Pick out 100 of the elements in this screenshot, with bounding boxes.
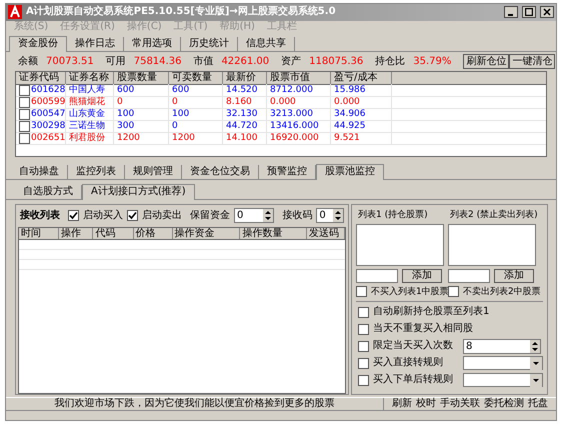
table-cell: 0.000	[270, 96, 296, 108]
checkbox[interactable]	[358, 358, 369, 369]
checkbox[interactable]	[448, 286, 459, 298]
table-cell: 利君股份	[69, 132, 105, 144]
column-header[interactable]: 操作数量	[240, 228, 307, 239]
table-cell: 44.925	[334, 120, 366, 132]
field-label: 接收码	[282, 210, 312, 222]
maximize-icon	[525, 8, 533, 16]
summary-label: 市值	[193, 56, 214, 68]
checkbox[interactable]	[19, 132, 30, 144]
table-cell: 0	[172, 120, 178, 132]
tab[interactable]: 监控列表	[68, 164, 125, 179]
table-cell: 0.000	[334, 96, 360, 108]
table-row[interactable]: 300298 三诺生物 300 0 44.720 13416.000 44.925	[16, 120, 546, 133]
add-button[interactable]: 添加	[402, 268, 442, 283]
summary-label: 资产	[281, 56, 302, 68]
table-cell: 16920.000	[270, 132, 319, 144]
checkbox[interactable]	[358, 340, 369, 352]
tab[interactable]: 资金仓位交易	[182, 164, 259, 179]
column-header[interactable]: 价格	[134, 228, 173, 239]
column-header[interactable]: 可卖数量	[169, 72, 223, 84]
list-box[interactable]	[356, 224, 444, 266]
checkbox[interactable]	[358, 374, 369, 386]
column-header[interactable]: 证券名称	[66, 72, 114, 84]
status-link[interactable]: 刷新	[392, 398, 412, 410]
table-row[interactable]: 600547 山东黄金 100 100 32.130 3213.000 34.906	[16, 108, 546, 121]
column-header[interactable]: 证券代码	[16, 72, 66, 84]
list-label: 列表2 (禁止卖出列表)	[449, 208, 536, 221]
checkbox[interactable]	[19, 108, 30, 120]
column-header[interactable]: 操作资金	[172, 228, 240, 239]
table-cell: 0	[172, 96, 178, 108]
summary-label: 可用	[106, 56, 126, 68]
spin-field[interactable]: 0	[234, 208, 274, 224]
checkbox[interactable]	[68, 210, 79, 222]
column-header[interactable]: 股票市值	[267, 72, 331, 84]
table-cell: 0	[117, 96, 123, 108]
list-box[interactable]	[448, 224, 536, 266]
column-header[interactable]: 股票数量	[114, 72, 169, 84]
status-link[interactable]: 手动关联	[440, 398, 480, 410]
checkbox[interactable]	[356, 286, 367, 298]
checkbox[interactable]	[19, 84, 30, 96]
status-link[interactable]: 托盘	[528, 398, 548, 410]
input-field[interactable]	[448, 268, 490, 283]
toolbar-button[interactable]: 一键清仓	[509, 54, 556, 70]
maximize-button[interactable]	[522, 6, 536, 18]
tab[interactable]: 操作日志	[67, 36, 124, 51]
panel-title: 接收列表	[20, 210, 60, 222]
tab[interactable]: 股票池监控	[316, 164, 384, 180]
minimize-button[interactable]	[504, 6, 518, 18]
list-label: 列表1 (持仓股票)	[357, 208, 429, 221]
input-field[interactable]	[356, 268, 398, 283]
tab[interactable]: 历史统计	[181, 36, 238, 51]
checkbox-label: 启动卖出	[142, 210, 182, 222]
add-button[interactable]: 添加	[494, 268, 534, 283]
table-row[interactable]: 600599 熊猫烟花 0 0 8.160 0.000 0.000	[16, 96, 546, 109]
table-cell: 三诺生物	[69, 120, 105, 132]
dropdown[interactable]	[463, 356, 543, 370]
summary-label: 持仓比	[375, 56, 406, 68]
checkbox-label: 不卖出列表2中股票	[463, 286, 541, 298]
column-header[interactable]: 发送码	[306, 228, 345, 239]
checkbox[interactable]	[19, 96, 30, 108]
summary-value: 75814.36	[134, 56, 182, 68]
summary-value: 35.79%	[413, 56, 452, 68]
table-row[interactable]: 601628 中国人寿 600 600 14.520 8712.000 15.986	[16, 84, 546, 97]
table-cell: 3213.000	[270, 108, 313, 120]
table-cell: 600547	[31, 108, 65, 120]
checkbox-label: 当天不重复买入相同股	[373, 323, 473, 336]
checkbox[interactable]	[127, 210, 138, 222]
column-header[interactable]: 操作	[59, 228, 94, 239]
spin-arrows-icon	[263, 209, 274, 222]
status-link[interactable]: 校时	[416, 398, 436, 410]
close-button[interactable]	[540, 6, 554, 18]
checkbox[interactable]	[358, 306, 369, 318]
table-cell: 34.906	[334, 108, 366, 120]
table-cell: 山东黄金	[69, 108, 105, 120]
spin-field[interactable]: 0	[316, 208, 344, 224]
tab[interactable]: 资金股份	[9, 36, 67, 52]
table-row[interactable]: 002651 利君股份 1200 1200 14.100 16920.000 9.521	[16, 132, 546, 145]
tab[interactable]: 规则管理	[125, 164, 182, 179]
column-header[interactable]: 最新价	[223, 72, 267, 84]
table-cell: 15.986	[334, 84, 366, 96]
tab[interactable]: 自动操盘	[11, 164, 68, 179]
dropdown[interactable]	[463, 373, 543, 388]
tab[interactable]: A计划接口方式(推荐)	[82, 184, 195, 200]
spin-field[interactable]: 8	[463, 338, 541, 354]
field-label: 保留资金	[190, 210, 230, 222]
status-link[interactable]: 委托检测	[484, 398, 524, 410]
column-header[interactable]: 代码	[93, 228, 134, 239]
checkbox[interactable]	[358, 324, 369, 335]
checkbox[interactable]	[19, 120, 30, 132]
table-cell: 14.520	[226, 84, 258, 96]
status-message: 我们欢迎市场下跌，因为它使我们能以便宜价格捡到更多的股票	[54, 398, 334, 410]
column-header[interactable]: 时间	[19, 228, 60, 239]
column-header[interactable]: 盈亏/成本	[331, 72, 392, 84]
tab[interactable]: 信息共享	[238, 36, 295, 51]
summary-label: 余额	[18, 56, 38, 68]
toolbar-button[interactable]: 刷新仓位	[463, 54, 510, 70]
table-cell: 1200	[117, 132, 140, 144]
window-title: A计划股票自动交易系统PE5.10.55[专业版]→网上股票交易系统5.0	[26, 6, 337, 18]
tab[interactable]: 常用选项	[124, 36, 181, 51]
